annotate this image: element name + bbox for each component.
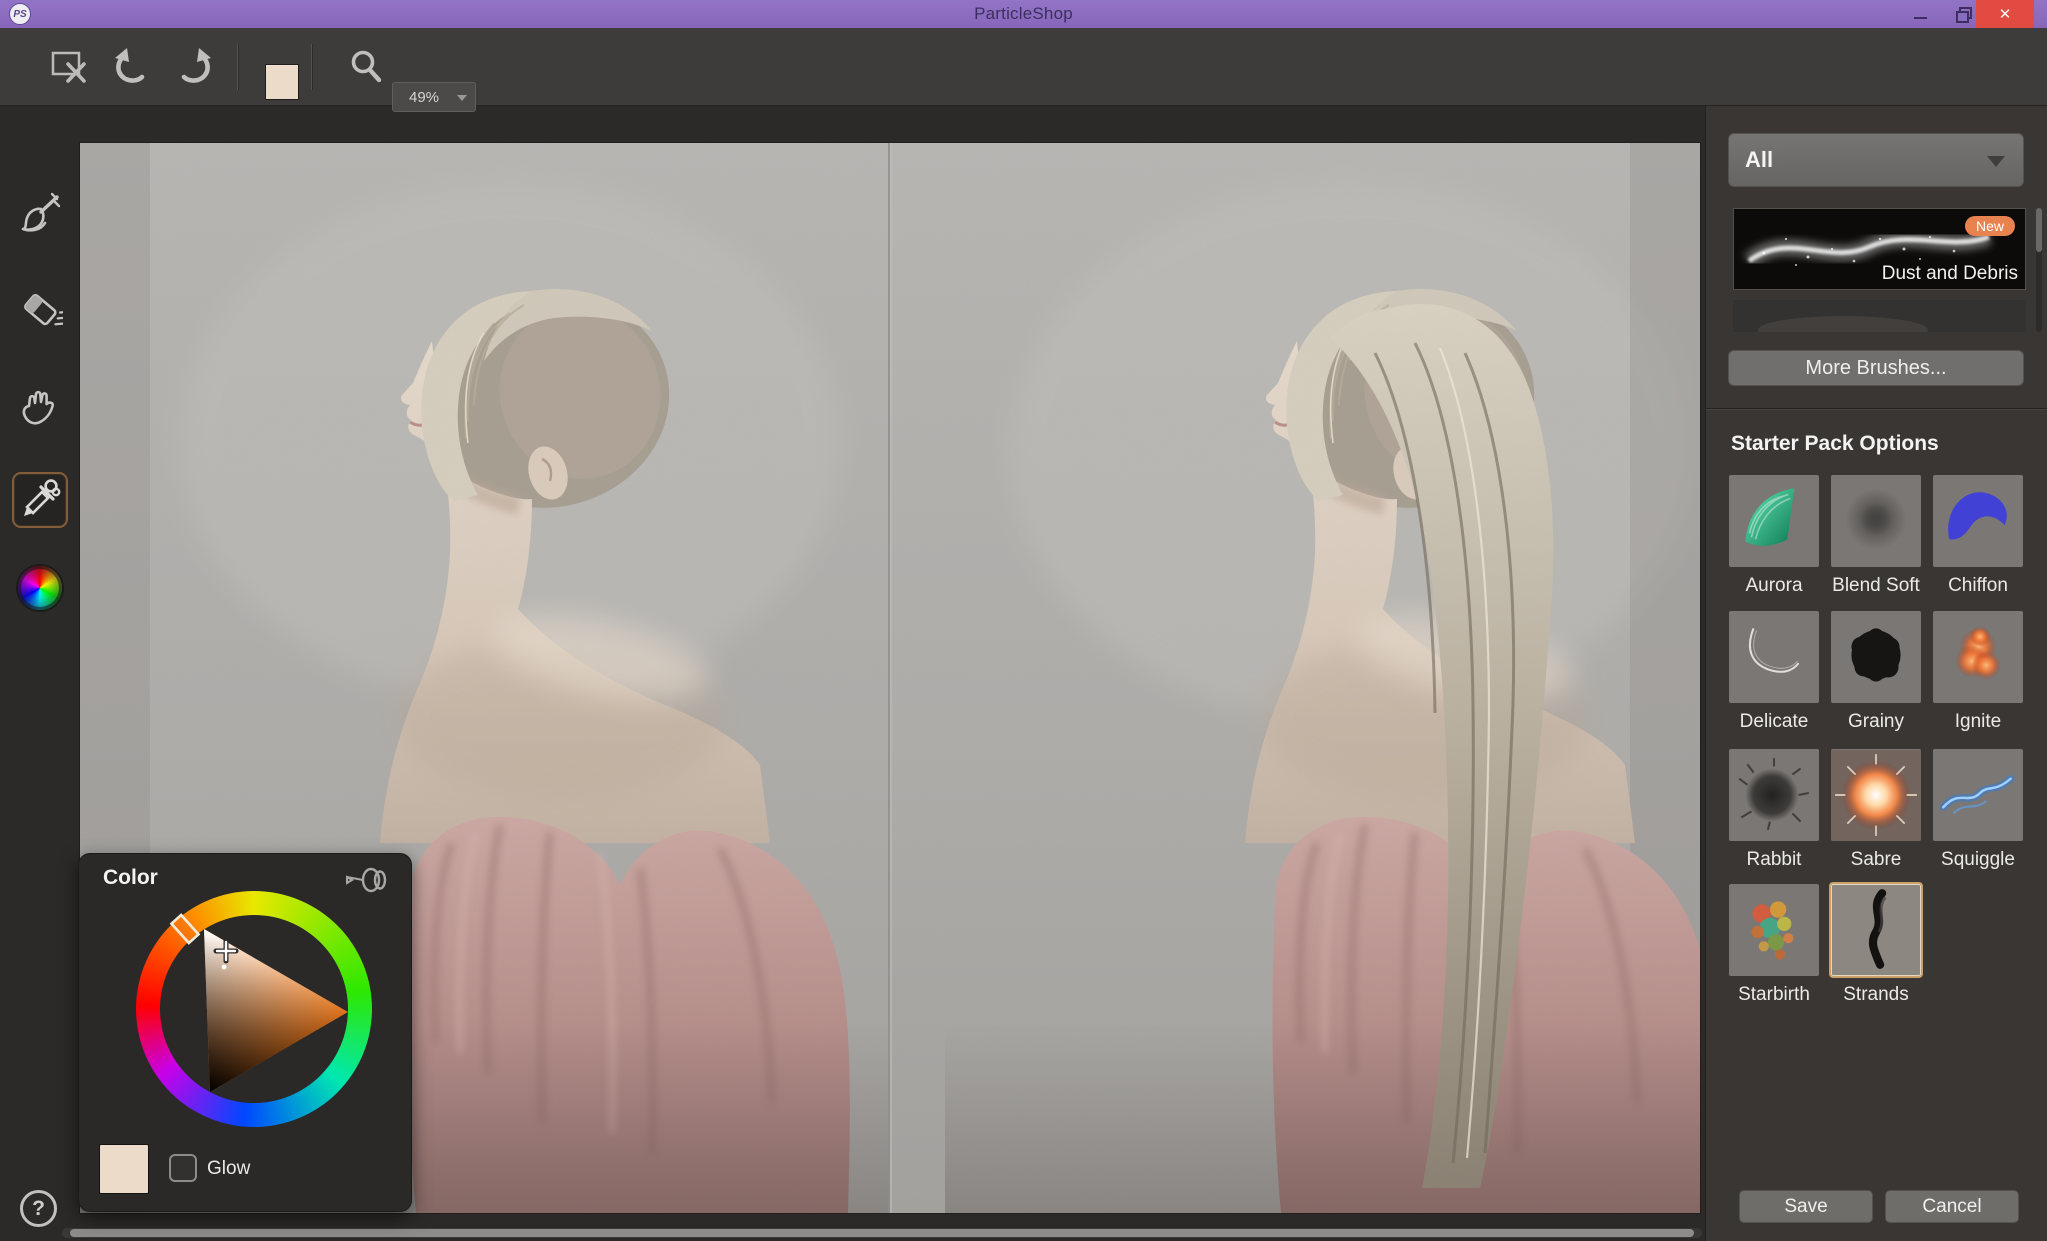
sidebar-tool-color-wheel[interactable] bbox=[12, 560, 68, 616]
horizontal-scrollbar[interactable] bbox=[62, 1228, 1702, 1238]
cancel-button[interactable]: Cancel bbox=[1885, 1190, 2019, 1223]
color-panel-swatch[interactable] bbox=[99, 1144, 149, 1194]
clear-transform-button[interactable] bbox=[48, 28, 90, 106]
brush-tile-grainy[interactable]: Grainy bbox=[1831, 611, 1921, 733]
brush-tile-aurora[interactable]: Aurora bbox=[1729, 475, 1819, 597]
titlebar[interactable]: PS ParticleShop ✕ bbox=[0, 0, 2047, 28]
color-panel: Color bbox=[78, 853, 412, 1212]
brush-label: Rabbit bbox=[1729, 849, 1819, 871]
toolbar: 49% bbox=[0, 28, 2047, 106]
redo-icon bbox=[173, 46, 215, 88]
brush-tile-delicate[interactable]: Delicate bbox=[1729, 611, 1819, 733]
minimize-button[interactable] bbox=[1900, 0, 1940, 28]
window-title: ParticleShop bbox=[0, 4, 2047, 24]
color-panel-title: Color bbox=[103, 866, 158, 890]
toolbar-separator bbox=[311, 44, 312, 90]
zoom-level-value: 49% bbox=[409, 89, 439, 106]
brush-label: Delicate bbox=[1729, 711, 1819, 733]
brush-label: Chiffon bbox=[1933, 575, 2023, 597]
brush-tile-chiffon[interactable]: Chiffon bbox=[1933, 475, 2023, 597]
sidebar-tool-eyedropper[interactable] bbox=[12, 472, 68, 528]
glow-checkbox[interactable] bbox=[169, 1154, 197, 1182]
zoom-level-dropdown[interactable]: 49% bbox=[392, 82, 476, 112]
sidebar-tool-eraser[interactable] bbox=[12, 282, 68, 338]
brush-label: Ignite bbox=[1933, 711, 2023, 733]
redo-button[interactable] bbox=[172, 28, 216, 106]
chevron-down-icon bbox=[1987, 156, 2005, 167]
clear-transform-icon bbox=[49, 48, 89, 86]
close-button[interactable]: ✕ bbox=[1976, 0, 2034, 28]
new-badge: New bbox=[1965, 216, 2015, 236]
horizontal-scrollbar-thumb[interactable] bbox=[70, 1229, 1694, 1237]
featured-brush-dust-and-debris[interactable]: New Dust and Debris bbox=[1733, 208, 2026, 290]
brush-list-scrollbar[interactable] bbox=[2036, 208, 2042, 332]
brush-tile-blend-soft[interactable]: Blend Soft bbox=[1831, 475, 1921, 597]
toolbar-separator bbox=[237, 44, 238, 90]
brush-filter-value: All bbox=[1745, 147, 1773, 173]
hue-ring[interactable] bbox=[136, 891, 372, 1127]
starter-pack-heading: Starter Pack Options bbox=[1731, 432, 1939, 456]
brush-filter-dropdown[interactable]: All bbox=[1728, 133, 2024, 187]
restore-icon bbox=[1956, 9, 1968, 19]
zoom-tool-button[interactable] bbox=[346, 28, 386, 106]
color-wheel-icon bbox=[18, 566, 62, 610]
brush-icon bbox=[17, 190, 63, 236]
undo-button[interactable] bbox=[110, 28, 154, 106]
save-button[interactable]: Save bbox=[1739, 1190, 1873, 1223]
magnifier-icon bbox=[348, 48, 384, 86]
minimize-icon bbox=[1914, 17, 1927, 19]
featured-brush-name: Dust and Debris bbox=[1882, 263, 2018, 285]
glow-label[interactable]: Glow bbox=[207, 1158, 250, 1180]
eyedropper-icon bbox=[18, 478, 62, 522]
panel-separator bbox=[1706, 408, 2047, 410]
brush-tile-sabre[interactable]: Sabre bbox=[1831, 749, 1921, 871]
brush-tile-strands[interactable]: Strands bbox=[1831, 884, 1921, 1006]
hue-marker[interactable] bbox=[171, 915, 198, 943]
current-color-swatch[interactable] bbox=[265, 64, 299, 100]
close-icon: ✕ bbox=[1999, 5, 2012, 23]
brush-label: Sabre bbox=[1831, 849, 1921, 871]
brush-label: Aurora bbox=[1729, 575, 1819, 597]
brush-label: Grainy bbox=[1831, 711, 1921, 733]
brush-tile-rabbit[interactable]: Rabbit bbox=[1729, 749, 1819, 871]
brush-tile-starbirth[interactable]: Starbirth bbox=[1729, 884, 1819, 1006]
brush-tile-ignite[interactable]: Ignite bbox=[1933, 611, 2023, 733]
particleshop-window: PS ParticleShop ✕ bbox=[0, 0, 2047, 1241]
partial-brush-tile[interactable] bbox=[1733, 300, 2026, 332]
chevron-down-icon bbox=[457, 95, 467, 101]
brush-label: Blend Soft bbox=[1831, 575, 1921, 597]
hand-icon bbox=[16, 384, 64, 432]
brush-label: Strands bbox=[1831, 984, 1921, 1006]
brush-tile-squiggle[interactable]: Squiggle bbox=[1933, 749, 2023, 871]
brush-label: Squiggle bbox=[1933, 849, 2023, 871]
brush-label: Starbirth bbox=[1729, 984, 1819, 1006]
sidebar-tool-smudge[interactable] bbox=[12, 380, 68, 436]
brush-list-scrollbar-thumb[interactable] bbox=[2036, 208, 2042, 252]
help-icon: ? bbox=[32, 1197, 45, 1221]
sidebar-tool-brush[interactable] bbox=[12, 185, 68, 241]
undo-icon bbox=[111, 46, 153, 88]
brush-library-panel: All New Dust and Debris bbox=[1705, 106, 2047, 1241]
eraser-icon bbox=[17, 287, 63, 333]
help-button[interactable]: ? bbox=[20, 1190, 57, 1227]
more-brushes-button[interactable]: More Brushes... bbox=[1728, 350, 2024, 386]
